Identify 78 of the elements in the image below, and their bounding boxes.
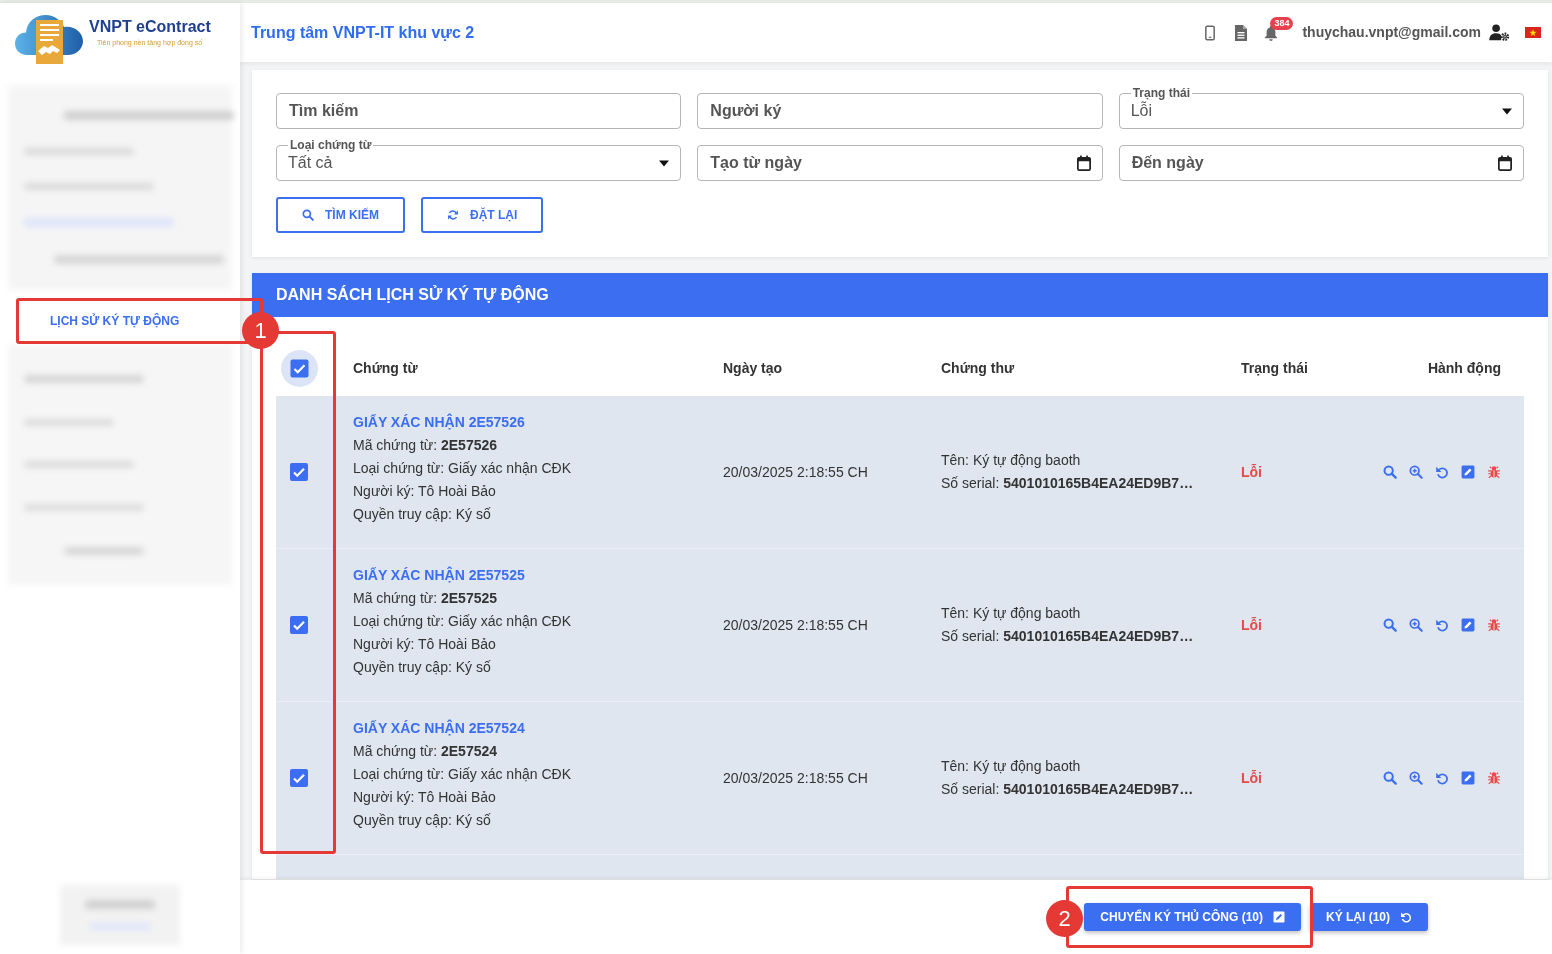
undo-icon <box>1400 911 1412 923</box>
user-settings-icon[interactable] <box>1489 24 1510 41</box>
caret-down-icon <box>659 159 670 167</box>
document-link[interactable]: GIẤY XÁC NHẬN 2E57526 <box>353 411 525 434</box>
edit-icon[interactable] <box>1461 465 1475 479</box>
flag-icon[interactable] <box>1525 27 1541 38</box>
row-checkbox[interactable] <box>290 463 308 481</box>
zoom-in-icon[interactable] <box>1409 465 1423 479</box>
document-detail: Loại chứng từ: Giấy xác nhận CĐK <box>353 612 571 631</box>
document-detail: Quyền truy cập: Ký số <box>353 811 491 830</box>
caret-down-icon <box>1502 107 1512 115</box>
select-all-checkbox[interactable] <box>281 349 318 387</box>
column-header: Trạng thái <box>1241 360 1308 376</box>
document-link[interactable]: GIẤY XÁC NHẬN 2E57525 <box>353 564 525 587</box>
organization-title: Trung tâm VNPT-IT khu vực 2 <box>251 22 475 43</box>
status-text: Lỗi <box>1241 462 1262 482</box>
status-text: Lỗi <box>1241 768 1262 788</box>
status-text: Lỗi <box>1241 615 1262 635</box>
column-header: Ngày tạo <box>723 360 783 376</box>
edit-icon[interactable] <box>1461 771 1475 785</box>
reset-button[interactable]: ĐẶT LẠI <box>421 197 544 233</box>
document-detail: Người ký: Tô Hoài Bảo <box>353 635 496 654</box>
search-button[interactable]: TÌM KIẾM <box>276 197 405 233</box>
created-date: 20/03/2025 2:18:55 CH <box>723 462 868 482</box>
undo-icon[interactable] <box>1435 771 1449 785</box>
search-icon[interactable] <box>1383 771 1397 785</box>
document-detail: Mã chứng từ: 2E57526 <box>353 436 498 455</box>
manual-sign-button[interactable]: CHUYỂN KÝ THỦ CÔNG (10) <box>1084 903 1301 931</box>
calendar-icon[interactable] <box>1498 155 1512 171</box>
date-field[interactable]: Đến ngày <box>1118 145 1524 181</box>
resign-button[interactable]: KÝ LẠI (10) <box>1310 903 1428 931</box>
refresh-icon <box>447 209 459 221</box>
document-detail: Quyền truy cập: Ký số <box>353 505 491 524</box>
text-field[interactable]: Người ký <box>697 93 1103 129</box>
row-checkbox[interactable] <box>290 616 308 634</box>
select-field[interactable]: Trạng thái Lỗi <box>1118 87 1524 129</box>
certificate-detail: Số serial: 5401010165B4EA24ED9B7… <box>941 474 1194 493</box>
date-field[interactable]: Tạo từ ngày <box>697 145 1103 181</box>
document-icon[interactable] <box>1235 24 1248 41</box>
created-date: 20/03/2025 2:18:55 CH <box>723 615 868 635</box>
document-detail: Mã chứng từ: 2E57525 <box>353 589 498 608</box>
column-header: Chứng từ <box>353 360 418 376</box>
select-field[interactable]: Loại chứng từ Tất cả <box>276 139 682 181</box>
brand-name: VNPT eContract <box>89 18 211 35</box>
bug-icon[interactable] <box>1487 771 1501 785</box>
document-link[interactable]: GIẤY XÁC NHẬN 2E57524 <box>353 717 525 740</box>
table-title: DANH SÁCH LỊCH SỬ KÝ TỰ ĐỘNG <box>276 284 549 305</box>
undo-icon[interactable] <box>1435 618 1449 632</box>
bug-icon[interactable] <box>1487 618 1501 632</box>
calendar-icon[interactable] <box>1076 155 1091 171</box>
created-date: 20/03/2025 2:18:55 CH <box>723 768 868 788</box>
document-detail: Người ký: Tô Hoài Bảo <box>353 788 496 807</box>
certificate-detail: Số serial: 5401010165B4EA24ED9B7… <box>941 627 1194 646</box>
column-header: Hành động <box>1427 358 1501 378</box>
certificate-detail: Số serial: 5401010165B4EA24ED9B7… <box>941 780 1194 799</box>
document-detail: Loại chứng từ: Giấy xác nhận CĐK <box>353 765 571 784</box>
document-detail: Người ký: Tô Hoài Bảo <box>353 482 496 501</box>
user-email[interactable]: thuychau.vnpt@gmail.com <box>1302 22 1481 43</box>
document-detail: Mã chứng từ: 2E57524 <box>353 742 498 761</box>
undo-icon[interactable] <box>1435 465 1449 479</box>
certificate-detail: Tên: Ký tự động baoth <box>941 604 1081 623</box>
row-checkbox[interactable] <box>290 769 308 787</box>
edit-icon[interactable] <box>1461 618 1475 632</box>
column-header: Chứng thư <box>941 360 1015 376</box>
certificate-detail: Tên: Ký tự động baoth <box>941 757 1081 776</box>
text-field[interactable]: Tìm kiếm <box>276 93 682 129</box>
search-icon[interactable] <box>1383 618 1397 632</box>
notification-badge: 384 <box>1270 16 1294 30</box>
search-icon <box>302 209 314 221</box>
document-detail: Quyền truy cập: Ký số <box>353 658 491 677</box>
certificate-detail: Tên: Ký tự động baoth <box>941 451 1081 470</box>
search-icon[interactable] <box>1383 465 1397 479</box>
document-detail: Loại chứng từ: Giấy xác nhận CĐK <box>353 459 571 478</box>
zoom-in-icon[interactable] <box>1409 618 1423 632</box>
bug-icon[interactable] <box>1487 465 1501 479</box>
phone-icon[interactable] <box>1205 24 1216 41</box>
zoom-in-icon[interactable] <box>1409 771 1423 785</box>
edit-icon <box>1273 911 1285 923</box>
